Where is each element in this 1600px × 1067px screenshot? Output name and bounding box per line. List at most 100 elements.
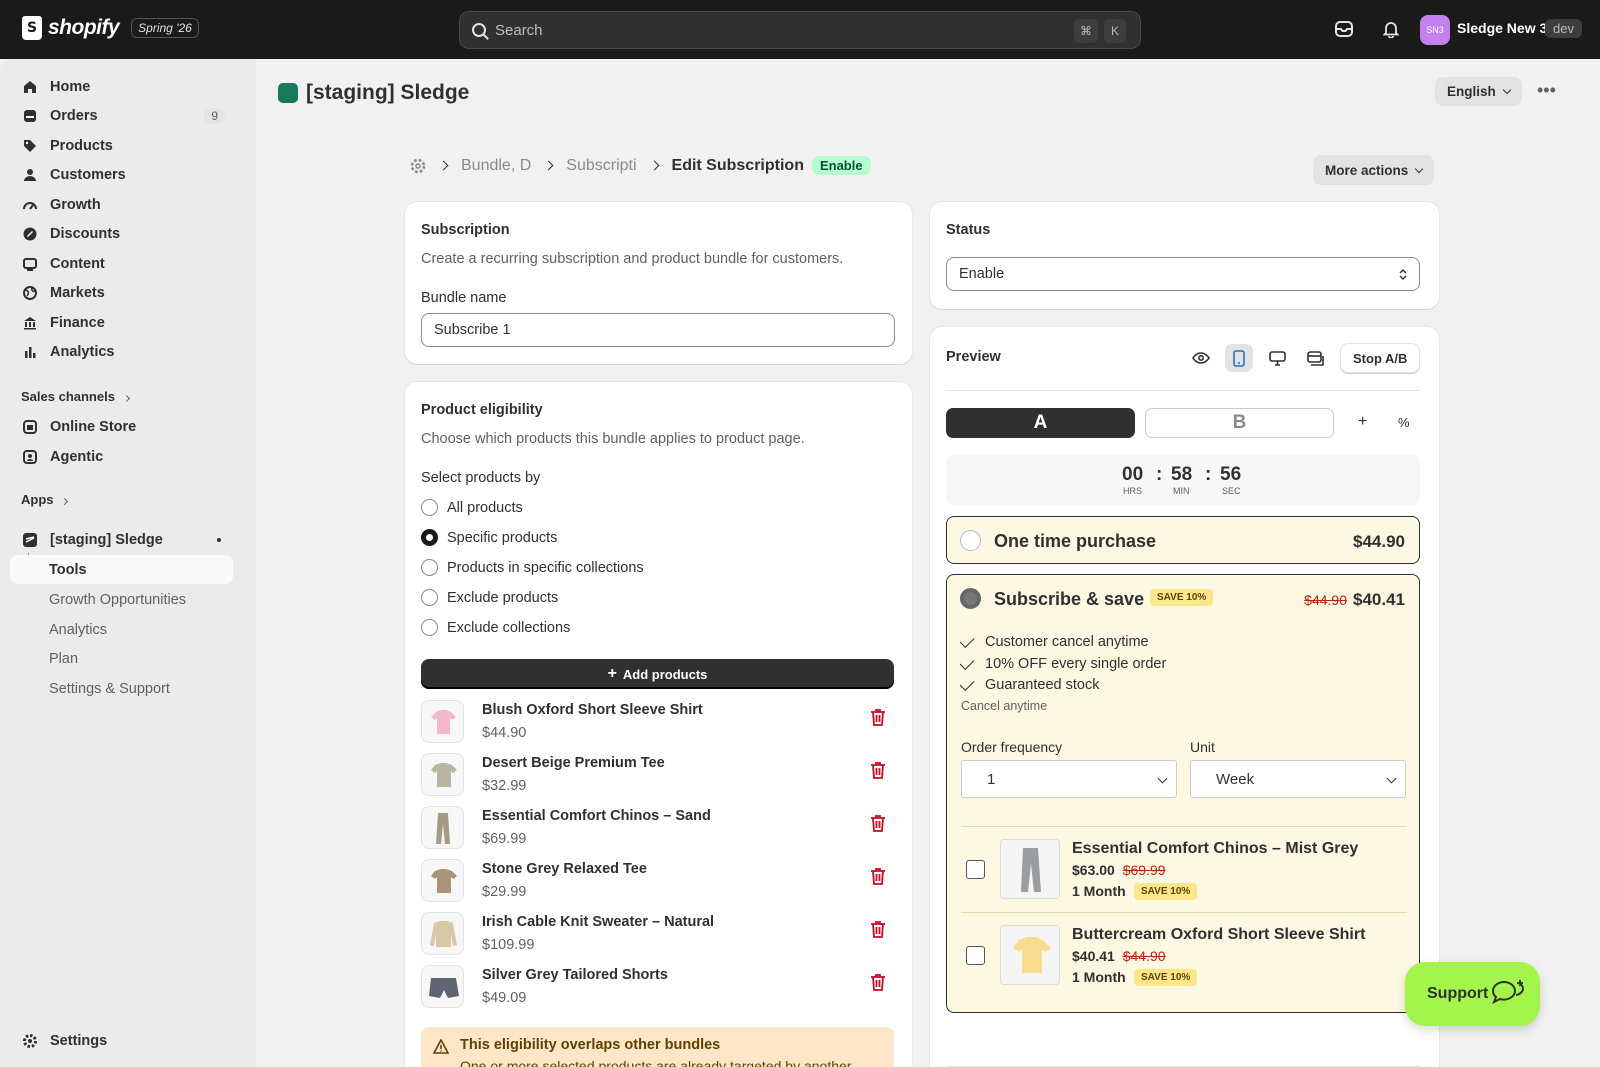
benefit-text: 10% OFF every single order: [985, 656, 1167, 672]
product-thumbnail: [421, 912, 464, 955]
add-variant-button[interactable]: +: [1358, 413, 1367, 431]
radio-exclude-products[interactable]: Exclude products: [421, 589, 558, 606]
bank-icon: [22, 315, 38, 331]
subscribe-old-price: $44.90: [1304, 592, 1347, 608]
one-time-purchase-option[interactable]: One time purchase $44.90: [946, 516, 1420, 564]
radio-button[interactable]: [421, 589, 438, 606]
sidebar-subitem-growth-opportunities[interactable]: Growth Opportunities: [49, 592, 186, 608]
radio-button[interactable]: [421, 499, 438, 516]
sidebar-item-online-store[interactable]: Online Store: [10, 413, 233, 441]
chevron-right-icon: [543, 160, 554, 171]
eye-icon[interactable]: [1187, 344, 1215, 372]
select-arrows-icon: [1399, 269, 1407, 280]
trash-icon[interactable]: [870, 708, 886, 726]
support-button[interactable]: Support: [1405, 962, 1540, 1026]
chevron-right-icon: [122, 394, 130, 403]
variant-b-tab[interactable]: B: [1145, 408, 1334, 438]
radio-all-products[interactable]: All products: [421, 499, 523, 516]
product-row: Irish Cable Knit Sweater – Natural $109.…: [421, 912, 894, 958]
sidebar-item-label: Markets: [50, 285, 105, 301]
radio-button[interactable]: [421, 619, 438, 636]
sidebar-item-discounts[interactable]: Discounts: [10, 220, 233, 248]
trash-icon[interactable]: [870, 761, 886, 779]
product-price: $49.09: [482, 990, 527, 1006]
sidebar-item-agentic[interactable]: Agentic: [10, 443, 233, 471]
product-price: $44.90: [482, 725, 527, 741]
eligibility-card-title: Product eligibility: [421, 402, 543, 418]
bundle-name-input[interactable]: Subscribe 1: [421, 313, 895, 347]
trash-icon[interactable]: [870, 814, 886, 832]
sidebar-item-orders[interactable]: Orders 9: [10, 102, 233, 130]
orders-icon: [22, 108, 38, 124]
store-name[interactable]: Sledge New 3: [1457, 20, 1547, 36]
chinos-icon: [436, 813, 450, 844]
bundle-name-value: Subscribe 1: [434, 322, 511, 338]
settings-gear-icon[interactable]: [410, 158, 426, 174]
radio-button[interactable]: [421, 559, 438, 576]
upsell-name: Buttercream Oxford Short Sleeve Shirt: [1072, 926, 1366, 943]
bell-icon[interactable]: [1380, 18, 1402, 40]
sidebar-item-analytics[interactable]: Analytics: [10, 338, 233, 366]
sidebar-item-products[interactable]: Products: [10, 132, 233, 160]
timer-hours-label: HRS: [1123, 486, 1143, 496]
mobile-icon[interactable]: [1225, 344, 1253, 372]
more-options-icon[interactable]: •••: [1537, 80, 1556, 101]
breadcrumb-subscriptions[interactable]: Subscripti: [566, 157, 636, 175]
gear-icon: [22, 1033, 38, 1049]
trash-icon[interactable]: [870, 867, 886, 885]
sidebar-item-finance[interactable]: Finance: [10, 309, 233, 337]
layout-icon[interactable]: [1301, 344, 1329, 372]
sales-channels-heading[interactable]: Sales channels: [21, 389, 130, 404]
product-thumbnail: [421, 753, 464, 796]
sidebar-subitem-settings-support[interactable]: Settings & Support: [49, 681, 170, 697]
warning-title: This eligibility overlaps other bundles: [460, 1037, 721, 1053]
unit-select[interactable]: Week: [1190, 760, 1406, 798]
sidebar-subitem-plan[interactable]: Plan: [49, 651, 78, 667]
stop-ab-button[interactable]: Stop A/B: [1340, 343, 1421, 373]
radio-label: Exclude products: [447, 589, 559, 606]
sidebar-item-staging-sledge[interactable]: [staging] Sledge: [10, 526, 233, 554]
shopify-logo[interactable]: shopify Spring '26: [22, 16, 199, 40]
add-products-button[interactable]: + Add products: [421, 659, 894, 689]
radio-button-selected[interactable]: [421, 529, 438, 546]
desktop-icon[interactable]: [1263, 344, 1291, 372]
release-badge: Spring '26: [131, 18, 199, 38]
upsell-term: 1 Month: [1072, 883, 1126, 899]
subscription-card-title: Subscription: [421, 222, 510, 238]
order-frequency-select[interactable]: 1: [961, 760, 1177, 798]
sidebar-item-home[interactable]: Home: [10, 73, 233, 101]
upsell-checkbox[interactable]: [966, 860, 985, 879]
radio-button-selected[interactable]: [960, 588, 981, 609]
sidebar-item-content[interactable]: Content: [10, 250, 233, 278]
trash-icon[interactable]: [870, 920, 886, 938]
subscription-description: Create a recurring subscription and prod…: [421, 251, 844, 267]
sidebar-item-markets[interactable]: Markets: [10, 279, 233, 307]
sidebar-item-customers[interactable]: Customers: [10, 161, 233, 189]
radio-specific-collections[interactable]: Products in specific collections: [421, 559, 644, 576]
sidebar-item-settings[interactable]: Settings: [10, 1027, 233, 1055]
orders-count-badge: 9: [204, 108, 225, 124]
search-input[interactable]: Search ⌘ K: [459, 11, 1141, 49]
sidebar-subitem-tools[interactable]: Tools: [10, 555, 233, 584]
product-thumbnail: [421, 806, 464, 849]
timer-seconds: 56: [1220, 464, 1242, 485]
inbox-icon[interactable]: [1333, 18, 1355, 40]
sidebar-subitem-analytics[interactable]: Analytics: [49, 622, 107, 638]
product-price: $69.99: [482, 831, 527, 847]
store-avatar[interactable]: SN3: [1420, 15, 1450, 45]
radio-exclude-collections[interactable]: Exclude collections: [421, 619, 570, 636]
warning-icon: [433, 1039, 449, 1054]
split-percent-button[interactable]: %: [1398, 415, 1410, 430]
radio-button[interactable]: [960, 530, 981, 551]
trash-icon[interactable]: [870, 973, 886, 991]
apps-heading[interactable]: Apps: [21, 492, 69, 507]
upsell-checkbox[interactable]: [966, 946, 985, 965]
breadcrumb-bundle[interactable]: Bundle, D: [461, 157, 531, 175]
status-select[interactable]: Enable: [946, 257, 1420, 291]
language-selector[interactable]: English: [1435, 77, 1522, 106]
product-price: $29.99: [482, 884, 527, 900]
sidebar-item-growth[interactable]: Growth: [10, 191, 233, 219]
variant-a-tab[interactable]: A: [946, 408, 1135, 438]
radio-specific-products[interactable]: Specific products: [421, 529, 557, 546]
more-actions-button[interactable]: More actions: [1313, 155, 1435, 185]
